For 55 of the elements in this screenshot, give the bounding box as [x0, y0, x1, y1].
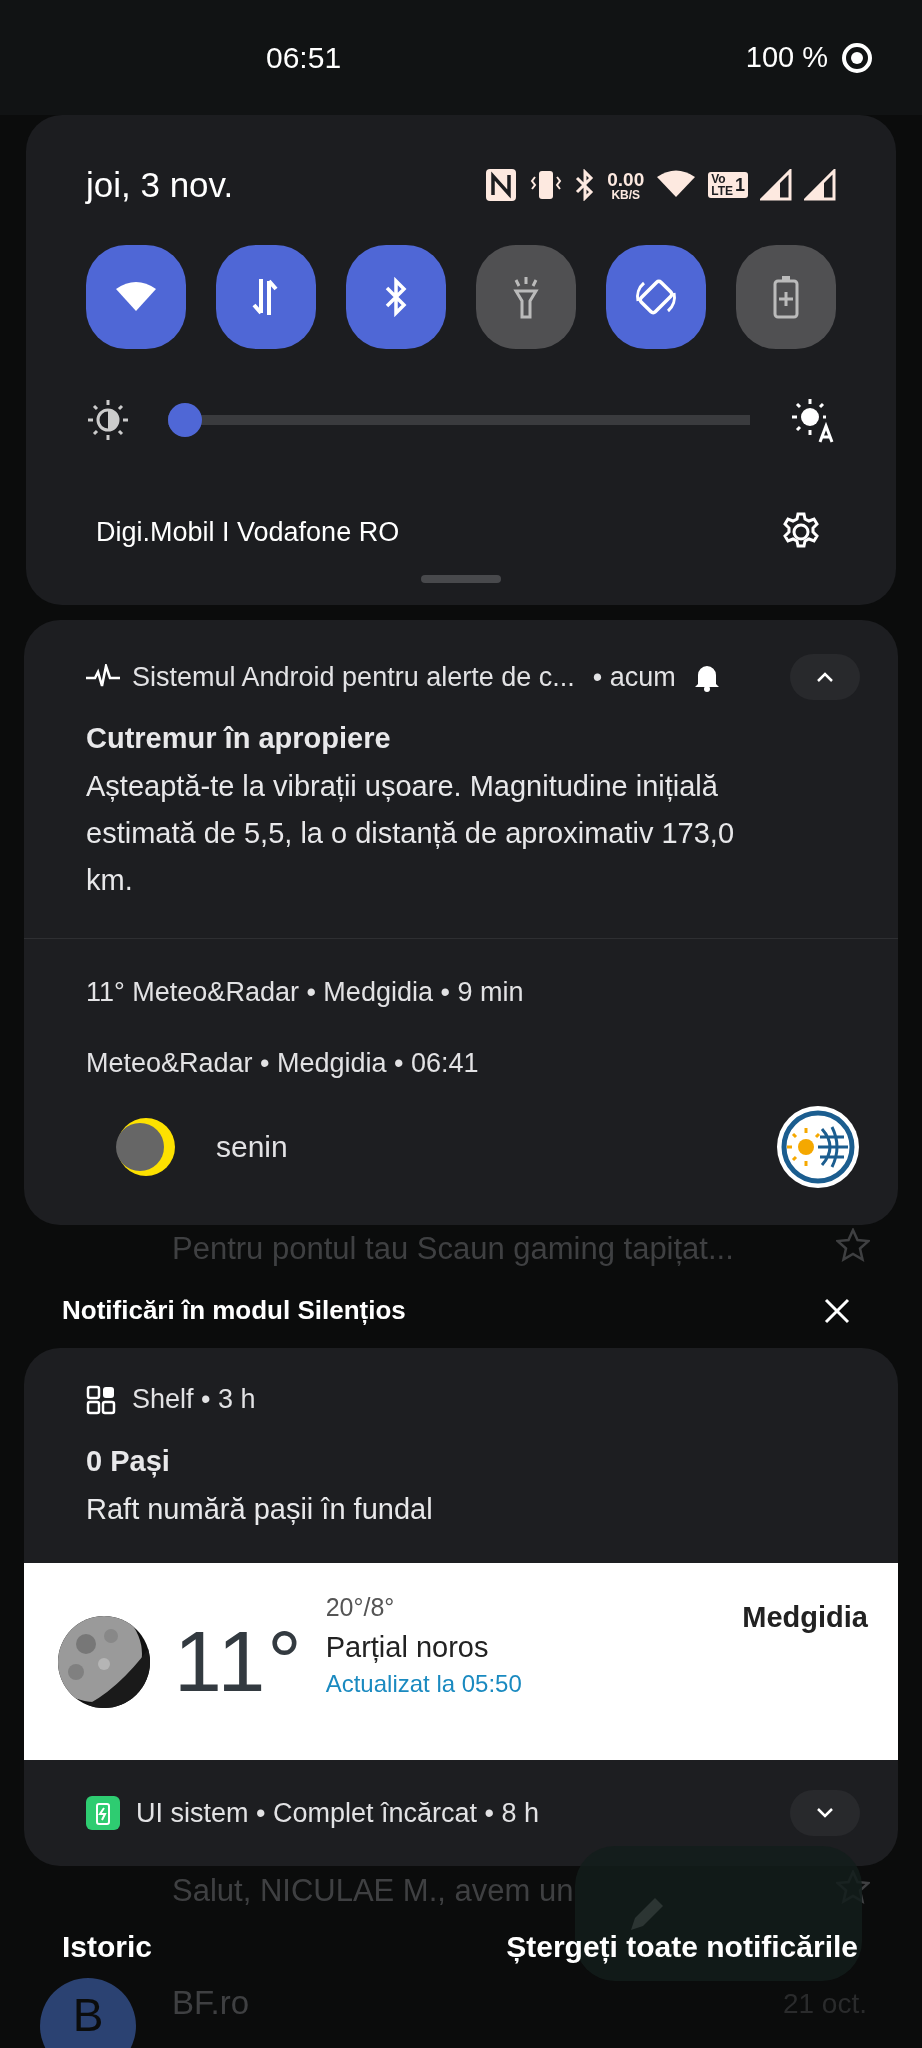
bluetooth-icon: [575, 169, 596, 201]
quick-settings-tile[interactable]: [736, 245, 836, 349]
collapse-button[interactable]: [790, 654, 860, 700]
notification-body: Așteaptă-te la vibrații ușoare. Magnitudine inițială estimată de 5,5, la o distanță de aproximativ 173,0 km.: [86, 769, 736, 898]
weather-condition: senin: [216, 1130, 288, 1164]
star-icon: [836, 1228, 870, 1262]
grid-icon: [86, 1384, 116, 1415]
nfc-icon: [485, 168, 518, 202]
notification-title: Cutremur în apropiere: [86, 722, 392, 755]
date-label: joi, 3 nov.: [86, 165, 234, 205]
clock-time: 06:51: [266, 40, 342, 75]
history-button[interactable]: Istoric: [62, 1930, 153, 1964]
notification-title: 0 Pași: [86, 1445, 171, 1478]
carrier-name: Digi.Mobil I Vodafone RO: [96, 516, 400, 548]
wifi-icon: [116, 281, 156, 313]
chevron-down-icon: [816, 1807, 834, 1819]
quick-settings-tile[interactable]: [476, 245, 576, 349]
vibrate-icon: [529, 168, 564, 202]
weather-logo-icon: [776, 1105, 860, 1189]
notification-body: Raft numără pașii în fundal: [86, 1492, 434, 1527]
clear-all-button[interactable]: Ștergeți toate notificările: [506, 1930, 858, 1964]
crescent-moon-icon: [116, 1117, 176, 1177]
notification-header: Shelf • 3 h: [132, 1384, 256, 1415]
battery-charging-icon: [86, 1796, 120, 1830]
signal-icon: [760, 169, 792, 201]
notification-time: • acum: [592, 661, 676, 693]
avatar: B: [40, 1978, 136, 2048]
flashlight-icon: [511, 275, 541, 319]
section-title: Notificări în modul Silențios: [62, 1295, 406, 1326]
update-time: Actualizat la 05:50: [325, 1669, 522, 1699]
close-icon[interactable]: [824, 1297, 850, 1324]
brightness-icon: [86, 398, 130, 442]
chevron-up-icon: [816, 671, 834, 683]
slider-thumb[interactable]: [168, 403, 202, 437]
battery-ring-icon: [840, 40, 874, 75]
notification-header: UI sistem • Complet încărcat • 8 h: [136, 1797, 540, 1829]
network-speed: 0.00 KB/S: [607, 169, 645, 201]
battery-plus-icon: [773, 275, 799, 319]
signal-icon: [804, 169, 836, 201]
quick-settings-tile[interactable]: [86, 245, 186, 349]
weather-condition: Parțial noros: [325, 1630, 490, 1665]
app-name: Sistemul Android pentru alerte de c...: [132, 661, 575, 693]
drag-handle[interactable]: [421, 575, 501, 583]
battery-percentage: 100 %: [745, 41, 828, 74]
auto-brightness-icon: [790, 397, 836, 443]
weather-summary: 11° Meteo&Radar • Medgidia • 9 min: [86, 977, 524, 1007]
bluetooth-icon: [384, 277, 408, 317]
temperature-range: 20°/8°: [325, 1592, 396, 1623]
quick-settings-tile[interactable]: [216, 245, 316, 349]
location-name: Medgidia: [742, 1601, 868, 1634]
quick-settings-tile[interactable]: [346, 245, 446, 349]
notification-header: Meteo&Radar • Medgidia • 06:41: [86, 1048, 479, 1078]
expand-button[interactable]: [790, 1790, 860, 1836]
quick-settings-tile[interactable]: [606, 245, 706, 349]
temperature: 11°: [174, 1612, 304, 1711]
